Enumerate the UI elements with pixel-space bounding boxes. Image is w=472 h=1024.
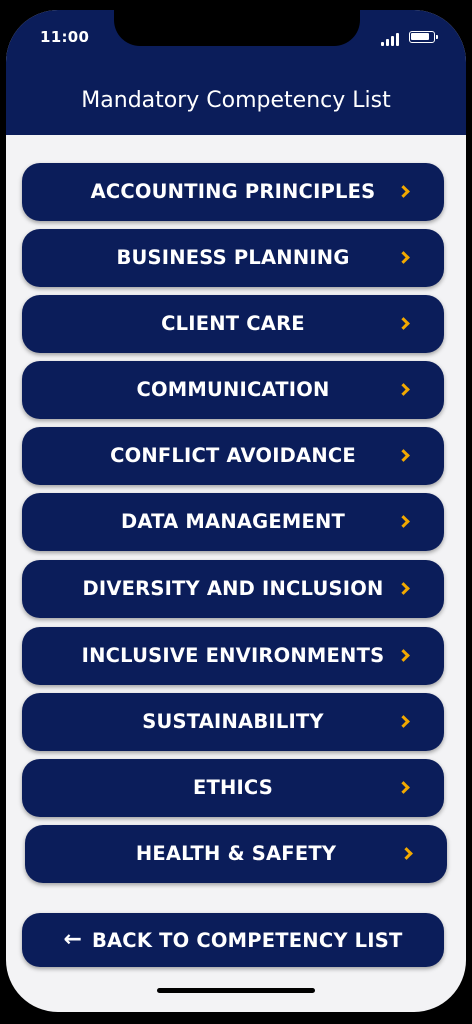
list-item-communication[interactable]: COMMUNICATION [22, 361, 444, 419]
page-title: Mandatory Competency List [81, 88, 391, 113]
list-item-label: INCLUSIVE ENVIRONMENTS [81, 644, 385, 667]
list-item-ethics[interactable]: ETHICS [22, 759, 444, 817]
home-indicator[interactable] [157, 988, 315, 993]
list-item-client-care[interactable]: CLIENT CARE [22, 295, 444, 353]
list-item-accounting-principles[interactable]: ACCOUNTING PRINCIPLES [22, 163, 444, 221]
list-item-diversity-and-inclusion[interactable]: DIVERSITY AND INCLUSION [22, 560, 444, 618]
arrow-left-icon: ← [63, 927, 82, 952]
list-item-data-management[interactable]: DATA MANAGEMENT [22, 493, 444, 551]
back-to-competency-list-button[interactable]: ← BACK TO COMPETENCY LIST [22, 913, 444, 967]
list-item-inclusive-environments[interactable]: INCLUSIVE ENVIRONMENTS [22, 627, 444, 685]
list-item-label: ACCOUNTING PRINCIPLES [90, 180, 376, 203]
list-item-health-and-safety[interactable]: HEALTH & SAFETY [25, 825, 447, 883]
list-item-label: DATA MANAGEMENT [120, 510, 345, 533]
phone-frame: 11:00 Mandatory Competency List ACCOUNTI… [0, 0, 472, 1024]
status-time: 11:00 [40, 28, 90, 46]
back-button-label: BACK TO COMPETENCY LIST [91, 928, 403, 952]
list-item-label: COMMUNICATION [136, 378, 330, 401]
list-item-label: CLIENT CARE [161, 312, 305, 335]
list-item-conflict-avoidance[interactable]: CONFLICT AVOIDANCE [22, 427, 444, 485]
list-item-sustainability[interactable]: SUSTAINABILITY [22, 693, 444, 751]
cellular-signal-icon [381, 32, 403, 46]
back-button-content: ← BACK TO COMPETENCY LIST [22, 913, 444, 967]
list-item-label: ETHICS [192, 776, 274, 799]
list-item-label: DIVERSITY AND INCLUSION [82, 577, 384, 600]
list-item-label: CONFLICT AVOIDANCE [110, 444, 356, 467]
list-item-label: BUSINESS PLANNING [116, 246, 350, 269]
screen: 11:00 Mandatory Competency List ACCOUNTI… [6, 10, 466, 1012]
list-item-business-planning[interactable]: BUSINESS PLANNING [22, 229, 444, 287]
battery-icon [409, 31, 438, 43]
notch [114, 10, 360, 46]
list-item-label: HEALTH & SAFETY [135, 842, 337, 865]
list-item-label: SUSTAINABILITY [142, 710, 324, 733]
